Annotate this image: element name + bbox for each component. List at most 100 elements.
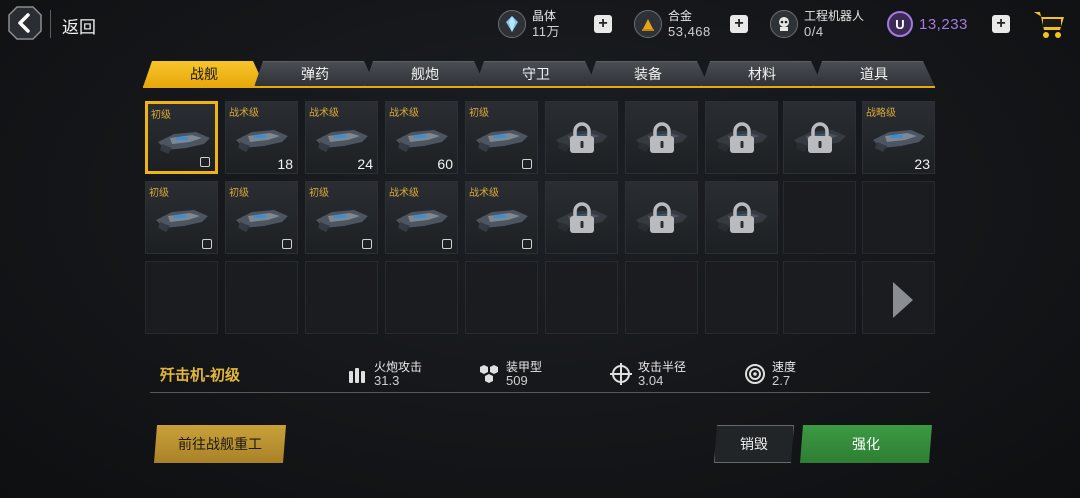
grade-label: 战术级 <box>389 188 419 199</box>
alloy-value: 53,468 <box>668 24 711 39</box>
warship-thumbnail <box>234 202 290 236</box>
firepower-value: 31.3 <box>374 373 400 388</box>
warship-thumbnail <box>394 122 450 156</box>
tab-cannons[interactable]: 舰炮 <box>364 61 486 87</box>
back-button[interactable] <box>8 6 42 40</box>
empty-slot <box>862 181 935 254</box>
item-count: 23 <box>914 156 930 172</box>
empty-slot <box>545 261 618 334</box>
resource-robot: 工程机器人 0/4 <box>770 6 864 42</box>
grade-label: 战术级 <box>229 108 259 119</box>
locked-warship-slot[interactable] <box>783 101 856 174</box>
tab-materials[interactable]: 材料 <box>701 61 823 87</box>
warship-slot[interactable]: 初级 <box>145 101 218 174</box>
range-value: 3.04 <box>638 373 664 388</box>
selected-ship-name: 歼击机-初级 <box>160 367 240 384</box>
shop-cart-button[interactable] <box>1032 8 1066 40</box>
speed-value: 2.7 <box>772 373 791 388</box>
grade-label: 战术级 <box>309 108 339 119</box>
warship-thumbnail <box>314 202 370 236</box>
armor-label: 装甲型 <box>506 360 543 374</box>
robot-icon <box>770 10 798 38</box>
grade-label: 初级 <box>469 108 489 119</box>
tab-warships[interactable]: 战舰 <box>143 61 265 87</box>
grade-label: 初级 <box>151 110 171 121</box>
top-bar: 返回 晶体 11万 + 合金 53,468 + 工程机器人 0/4 U 13,2… <box>0 0 1080 48</box>
robot-value: 0/4 <box>804 24 824 39</box>
empty-slot <box>225 261 298 334</box>
warship-thumbnail <box>154 202 210 236</box>
crystal-icon <box>498 10 526 38</box>
stat-speed: 速度 2.7 <box>744 359 796 389</box>
warship-slot[interactable]: 战术级 <box>465 181 538 254</box>
empty-slot <box>625 261 698 334</box>
resource-alloy: 合金 53,468 <box>634 6 711 42</box>
inventory-grid: 初级 战术级 18 战术级 24 战术级 60 初级 战略级 23 初级 初级 初级 战术级 战术级 <box>145 101 937 335</box>
empty-slot <box>385 261 458 334</box>
select-checkbox-icon <box>282 239 292 249</box>
alloy-icon <box>634 10 662 38</box>
enhance-button[interactable]: 强化 <box>800 425 932 463</box>
chevron-right-icon <box>893 282 913 318</box>
destroy-button[interactable]: 销毁 <box>714 425 794 463</box>
warship-thumbnail <box>871 122 927 156</box>
warship-slot[interactable]: 初级 <box>305 181 378 254</box>
back-label[interactable]: 返回 <box>62 13 96 38</box>
grade-label: 战术级 <box>469 188 499 199</box>
grade-label: 战略级 <box>866 108 896 119</box>
warship-thumbnail <box>394 202 450 236</box>
lock-icon <box>728 202 756 234</box>
lock-icon <box>806 122 834 154</box>
locked-warship-slot[interactable] <box>625 181 698 254</box>
heavy-industry-button[interactable]: 前往战舰重工 <box>154 425 286 463</box>
empty-slot <box>145 261 218 334</box>
add-premium-button[interactable]: + <box>992 15 1010 33</box>
warship-slot[interactable]: 战术级 18 <box>225 101 298 174</box>
stat-firepower: 火炮攻击 31.3 <box>346 359 422 389</box>
alloy-label: 合金 <box>668 9 693 23</box>
select-checkbox-icon <box>522 159 532 169</box>
grade-label: 初级 <box>309 188 329 199</box>
item-count: 60 <box>437 156 453 172</box>
warship-slot[interactable]: 初级 <box>465 101 538 174</box>
lock-icon <box>648 122 676 154</box>
tab-equipment[interactable]: 装备 <box>587 61 709 87</box>
locked-warship-slot[interactable] <box>705 181 778 254</box>
warship-slot[interactable]: 初级 <box>145 181 218 254</box>
warship-slot[interactable]: 战术级 60 <box>385 101 458 174</box>
locked-warship-slot[interactable] <box>625 101 698 174</box>
ship-info-bar: 歼击机-初级 火炮攻击 31.3 装甲型 509 攻击半径 3.04 速度 2.… <box>150 356 930 393</box>
locked-warship-slot[interactable] <box>545 181 618 254</box>
stat-armor: 装甲型 509 <box>478 359 542 389</box>
stat-range: 攻击半径 3.04 <box>610 359 686 389</box>
warship-slot[interactable]: 战术级 <box>385 181 458 254</box>
warship-thumbnail <box>474 202 530 236</box>
tab-items[interactable]: 道具 <box>813 61 935 87</box>
item-count: 24 <box>357 156 373 172</box>
warship-slot[interactable]: 战术级 24 <box>305 101 378 174</box>
speed-icon <box>745 364 765 384</box>
add-alloy-button[interactable]: + <box>730 15 748 33</box>
locked-warship-slot[interactable] <box>545 101 618 174</box>
crosshair-icon <box>610 363 632 385</box>
warship-slot[interactable]: 初级 <box>225 181 298 254</box>
premium-letter: U <box>895 16 905 32</box>
speed-label: 速度 <box>772 360 797 374</box>
select-checkbox-icon <box>200 157 210 167</box>
crystal-label: 晶体 <box>532 9 557 23</box>
next-page-button[interactable] <box>862 261 935 334</box>
warship-thumbnail <box>314 122 370 156</box>
empty-slot <box>783 181 856 254</box>
tab-ammo[interactable]: 弹药 <box>254 61 376 87</box>
lock-icon <box>568 122 596 154</box>
category-tabs: 战舰 弹药 舰炮 守卫 装备 材料 道具 <box>143 61 935 87</box>
locked-warship-slot[interactable] <box>705 101 778 174</box>
empty-slot <box>465 261 538 334</box>
divider <box>50 10 51 38</box>
select-checkbox-icon <box>202 239 212 249</box>
lock-icon <box>728 122 756 154</box>
ammo-icon <box>349 368 365 383</box>
warship-slot[interactable]: 战略级 23 <box>862 101 935 174</box>
add-crystal-button[interactable]: + <box>594 15 612 33</box>
tab-guards[interactable]: 守卫 <box>475 61 597 87</box>
